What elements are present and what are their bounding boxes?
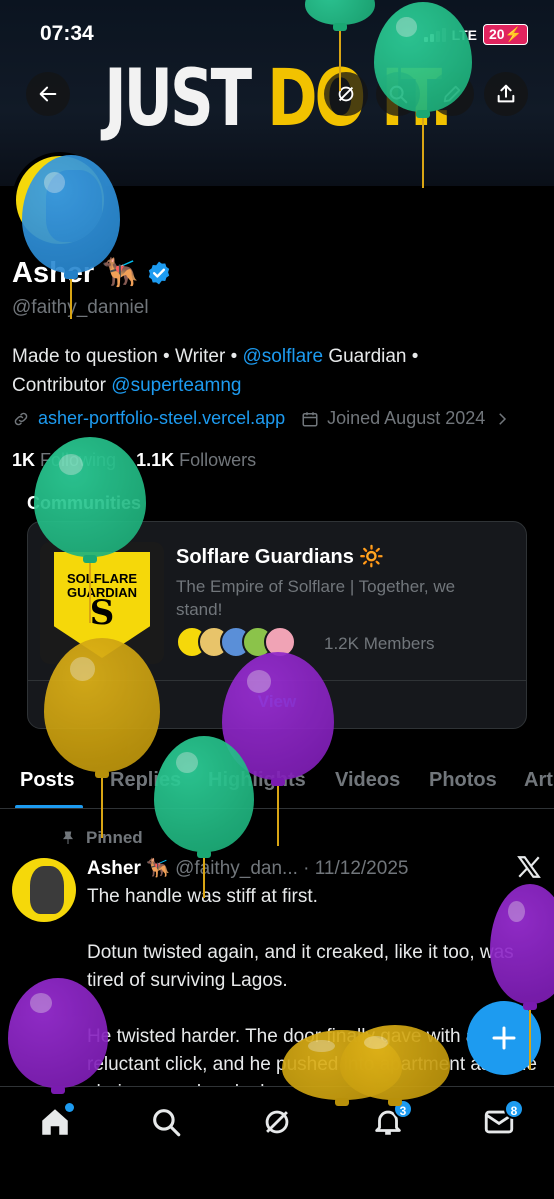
nav-search[interactable] [149, 1105, 183, 1139]
followers-link[interactable]: 1.1K Followers [136, 450, 256, 470]
profile-name: Asher 🐕‍🦺 [12, 256, 172, 290]
verified-badge-icon[interactable] [146, 260, 172, 286]
arrow-left-icon [39, 86, 57, 102]
pencil-icon [443, 85, 461, 103]
member-avatars [176, 626, 296, 658]
joined-date: Joined August 2024 [327, 408, 486, 428]
profile-meta: asher-portfolio-steel.vercel.app Joined … [12, 408, 511, 429]
notifications-badge: 3 [393, 1099, 413, 1119]
nav-notifications[interactable]: 3 [371, 1099, 413, 1139]
chevron-right-icon[interactable] [493, 410, 511, 428]
tab-art[interactable]: Art [524, 769, 553, 792]
tab-replies[interactable]: Replies [110, 769, 181, 792]
status-bar: 07:34 LTE 20⚡ [0, 0, 554, 62]
share-button[interactable] [484, 72, 528, 116]
search-icon [153, 1109, 181, 1137]
profile-bio: Made to question • Writer • @solflare Gu… [12, 346, 419, 396]
profile-avatar[interactable] [12, 152, 108, 248]
grok-icon [265, 1110, 289, 1134]
link-icon [14, 412, 28, 425]
x-logo-icon [517, 856, 541, 878]
battery-icon: 20⚡ [482, 24, 528, 45]
post-avatar[interactable] [12, 858, 76, 922]
view-community-button[interactable]: View [28, 692, 526, 712]
messages-badge: 8 [504, 1099, 524, 1119]
community-name[interactable]: Solflare Guardians 🔆 [176, 544, 384, 569]
website-link[interactable]: asher-portfolio-steel.vercel.app [38, 408, 285, 429]
back-button[interactable] [26, 72, 70, 116]
post-handle-date: @faithy_dan... · 11/12/2025 [175, 858, 409, 879]
tab-photos[interactable]: Photos [429, 769, 497, 792]
status-time: 07:34 [40, 22, 94, 45]
nav-grok[interactable] [260, 1105, 294, 1139]
edit-button[interactable] [430, 72, 474, 116]
signal-icon [423, 27, 446, 42]
community-card[interactable]: SOLFLARE GUARDIAN S Solflare Guardians 🔆… [27, 521, 527, 729]
share-icon [497, 84, 515, 103]
network-label: LTE [451, 26, 477, 43]
post-header: Asher 🐕‍🦺 @faithy_dan... · 11/12/2025 [87, 856, 408, 880]
nav-home[interactable] [38, 1103, 74, 1139]
post-text[interactable]: The handle was stiff at first. Dotun twi… [87, 883, 537, 1107]
grok-icon [338, 86, 354, 102]
compose-button[interactable] [467, 1001, 541, 1075]
search-button[interactable] [376, 72, 420, 116]
pin-icon [63, 831, 73, 844]
search-icon [389, 85, 408, 104]
post-author[interactable]: Asher 🐕‍🦺 [87, 858, 170, 879]
bottom-navigation: 3 8 [0, 1086, 554, 1199]
compose-plus-icon [492, 1026, 516, 1050]
tab-highlights[interactable]: Highlights [208, 769, 306, 792]
mention-superteamng[interactable]: @superteamng [111, 375, 241, 396]
mention-solflare[interactable]: @solflare [243, 346, 324, 367]
calendar-icon [302, 411, 318, 426]
communities-title: Communities [27, 493, 142, 513]
nav-messages[interactable]: 8 [482, 1099, 524, 1139]
tab-videos[interactable]: Videos [335, 769, 400, 792]
profile-handle: @faithy_danniel [12, 297, 149, 318]
follow-stats: 1K Following 1.1K Followers [12, 450, 256, 471]
profile-tabs: Posts Replies Highlights Videos Photos A… [0, 757, 554, 809]
pinned-label: Pinned [60, 828, 143, 848]
community-description: The Empire of Solflare | Together, we st… [176, 577, 456, 619]
community-logo: SOLFLARE GUARDIAN S [40, 542, 164, 664]
following-link[interactable]: 1K Following [12, 450, 116, 470]
banner-text: JUST DO IT. [104, 54, 453, 144]
active-tab-indicator [15, 805, 83, 808]
grok-button[interactable] [324, 72, 368, 116]
member-count: 1.2K Members [324, 634, 435, 653]
tab-posts[interactable]: Posts [20, 769, 74, 792]
home-notification-dot [65, 1103, 74, 1112]
